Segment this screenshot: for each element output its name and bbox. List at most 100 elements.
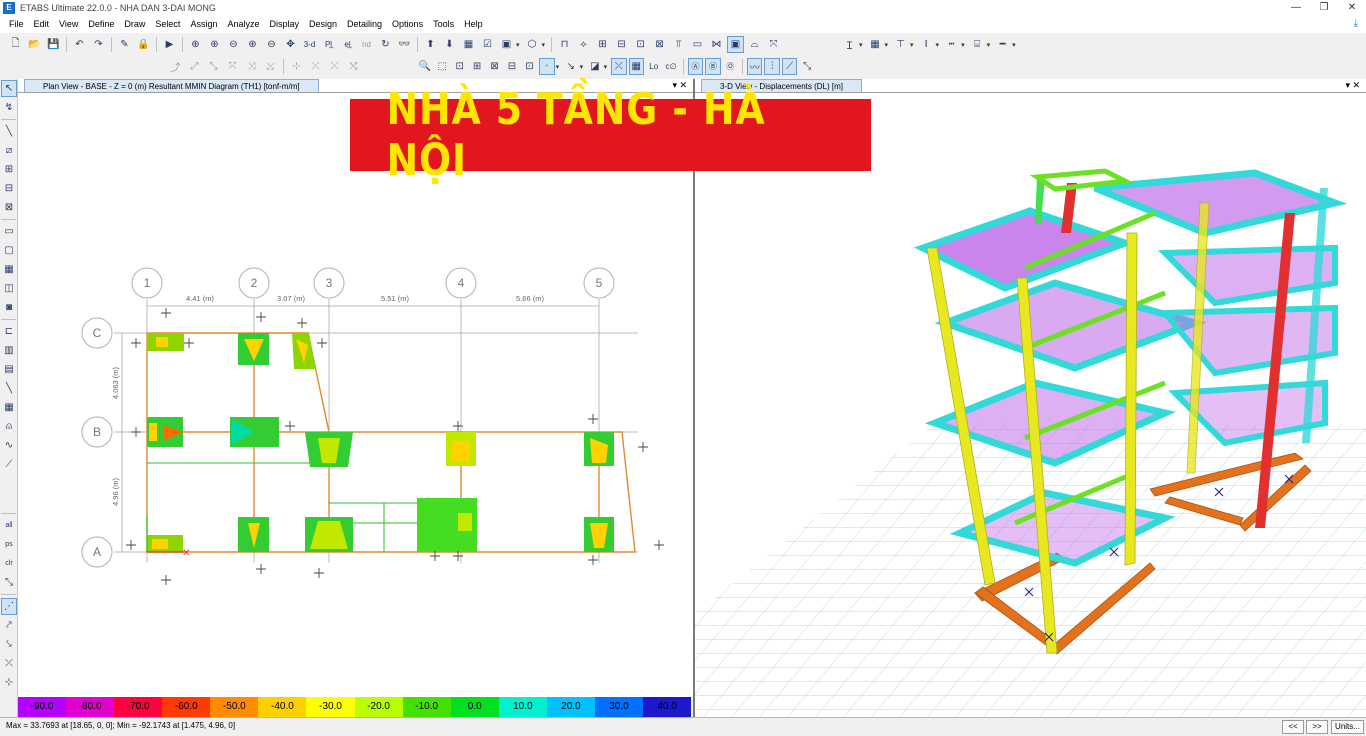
wall-icon[interactable]: ⊡ — [632, 36, 649, 53]
reshape-icon[interactable]: ↯ — [1, 99, 17, 116]
menu-select[interactable]: Select — [150, 16, 185, 33]
rotate-icon[interactable]: ↻ — [377, 36, 394, 53]
show-ramp-icon[interactable]: ⟋ — [781, 58, 798, 75]
run-icon[interactable]: ▶ — [161, 36, 178, 53]
draw-tool-4-icon[interactable]: ⤧ — [224, 58, 241, 75]
3d-view-canvas[interactable] — [695, 93, 1366, 717]
select-ps-icon[interactable]: ps — [1, 536, 17, 553]
doc-dropdown[interactable]: ▾ — [987, 41, 991, 49]
snap-end-icon[interactable]: ⋰ — [1, 598, 17, 615]
snap-area-icon[interactable]: ◪ — [587, 58, 602, 75]
download-icon[interactable]: ⤓ — [1354, 18, 1358, 29]
draw-tool-7-icon[interactable]: ⊹ — [288, 58, 305, 75]
menu-draw[interactable]: Draw — [119, 16, 150, 33]
doc-icon[interactable]: ⌸ — [969, 36, 986, 53]
draw-floor-icon[interactable]: ▭ — [1, 223, 17, 240]
menu-display[interactable]: Display — [264, 16, 304, 33]
snap-dropdown[interactable]: ▾ — [556, 63, 560, 71]
draw-rect-icon[interactable]: ▢ — [1, 242, 17, 259]
show-tendon-icon[interactable]: ⤡ — [799, 58, 814, 75]
snap-intersect-icon[interactable]: ⤫ — [611, 58, 627, 75]
restore-button[interactable]: ❐ — [1310, 0, 1338, 16]
select-shell-icon[interactable]: ⊟ — [504, 58, 519, 75]
draw-link-icon[interactable]: ╲ — [1, 380, 17, 397]
zoom-window-icon[interactable]: ⊕ — [187, 36, 204, 53]
open-icon[interactable]: 📂 — [26, 36, 43, 53]
draw-beam-icon[interactable]: ⧄ — [1, 142, 17, 159]
draw-wall-stack-icon[interactable]: ⊏ — [1, 323, 17, 340]
menu-options[interactable]: Options — [387, 16, 428, 33]
deformed-shape-icon[interactable]: ▣ — [727, 36, 745, 53]
filter-dropdown[interactable]: ▾ — [910, 41, 914, 49]
menu-help[interactable]: Help — [459, 16, 488, 33]
draw-opening-icon[interactable]: ◙ — [1, 299, 17, 316]
draw-brace-icon[interactable]: ⊟ — [1, 180, 17, 197]
draw-joint-icon[interactable]: ╲ — [1, 123, 17, 140]
units-button[interactable]: Units... — [1331, 720, 1364, 734]
close-button[interactable]: ✕ — [1338, 0, 1366, 16]
draw-tool-3-icon[interactable]: ⤡ — [205, 58, 222, 75]
slab-icon[interactable]: ⊠ — [651, 36, 668, 53]
text-dropdown[interactable]: ▾ — [859, 41, 863, 49]
select-clr-icon[interactable]: clr — [1, 555, 17, 572]
show-curve-icon[interactable]: 〰 — [747, 58, 763, 75]
new-file-icon[interactable]: 🗋 — [7, 36, 24, 53]
snap-grid-icon[interactable]: ▦ — [628, 58, 644, 75]
snap-point-icon[interactable]: ⋅ — [539, 58, 555, 75]
menu-design[interactable]: Design — [304, 16, 342, 33]
menu-edit[interactable]: Edit — [29, 16, 55, 33]
lock-icon[interactable]: 🔒 — [135, 36, 152, 53]
select-invert-icon[interactable]: ⤡ — [1, 574, 17, 591]
draw-spandrel-icon[interactable]: ▤ — [1, 361, 17, 378]
snap-ext-icon[interactable]: ⊹ — [1, 674, 17, 691]
dashed-line-icon[interactable]: ┅ — [943, 36, 960, 53]
draw-grid-icon[interactable]: ▦ — [1, 261, 17, 278]
draw-tool-2-icon[interactable]: ⤢ — [186, 58, 203, 75]
save-icon[interactable]: 💾 — [45, 36, 62, 53]
view-elevation-button[interactable]: el̲ — [339, 36, 356, 53]
select-box-icon[interactable]: ⬚ — [434, 58, 449, 75]
pan-icon[interactable]: ✥ — [282, 36, 299, 53]
menu-assign[interactable]: Assign — [185, 16, 222, 33]
snap-line-dropdown[interactable]: ▾ — [580, 63, 584, 71]
draw-cross-icon[interactable]: ⊠ — [1, 199, 17, 216]
select-link-icon[interactable]: ⊡ — [522, 58, 537, 75]
beam-icon[interactable]: ⋈ — [708, 36, 725, 53]
undo-icon[interactable]: ↶ — [71, 36, 88, 53]
grid-dropdown[interactable]: ▾ — [885, 41, 889, 49]
mode-o-icon[interactable]: Ⓞ — [723, 58, 738, 75]
redo-icon[interactable]: ↷ — [90, 36, 107, 53]
display-options-icon[interactable]: ▦ — [460, 36, 477, 53]
menu-tools[interactable]: Tools — [428, 16, 459, 33]
mode-a-icon[interactable]: Ⓐ — [687, 58, 704, 75]
draw-tool-10-icon[interactable]: ⤭ — [345, 58, 362, 75]
draw-tool-9-icon[interactable]: ⤬ — [326, 58, 343, 75]
snap-mid-icon[interactable]: ⤤ — [1, 617, 17, 634]
snap-lo-icon[interactable]: Lo — [646, 58, 661, 75]
zoom-prev-icon[interactable]: ⊖ — [263, 36, 280, 53]
crane-icon[interactable]: ⫪ — [670, 36, 687, 53]
zoom-out-icon[interactable]: ⊖ — [225, 36, 242, 53]
select-wall-icon[interactable]: ⊠ — [487, 58, 502, 75]
draw-tendon-icon[interactable]: ⍝ — [1, 418, 17, 435]
snap-perp-icon[interactable]: c∅ — [663, 58, 678, 75]
mode-b-icon[interactable]: Ⓑ — [705, 58, 721, 75]
frame-icon[interactable]: ⊓ — [556, 36, 573, 53]
draw-tool-5-icon[interactable]: ⤨ — [243, 58, 260, 75]
stair-icon[interactable]: ⊞ — [594, 36, 611, 53]
link-icon[interactable]: ⟡ — [575, 36, 592, 53]
set-view-icon[interactable]: ▣ — [498, 36, 515, 53]
snap-area-dropdown[interactable]: ▾ — [604, 63, 608, 71]
menu-define[interactable]: Define — [83, 16, 119, 33]
zoom-restore-icon[interactable]: ⊕ — [244, 36, 261, 53]
3d-view-controls[interactable]: ▾ ✕ — [1345, 79, 1360, 92]
draw-tool-1-icon[interactable]: ⤴ — [167, 58, 184, 75]
draw-tool-8-icon[interactable]: ⤫ — [307, 58, 324, 75]
menu-analyze[interactable]: Analyze — [222, 16, 264, 33]
deck-icon[interactable]: ▭ — [689, 36, 706, 53]
snap-perp-tool-icon[interactable]: ⤥ — [1, 636, 17, 653]
move-down-icon[interactable]: ⬇ — [441, 36, 458, 53]
perspective-icon[interactable]: 👓 — [396, 36, 413, 53]
draw-column-icon[interactable]: ⊞ — [1, 161, 17, 178]
snap-line-icon[interactable]: ↘ — [563, 58, 578, 75]
